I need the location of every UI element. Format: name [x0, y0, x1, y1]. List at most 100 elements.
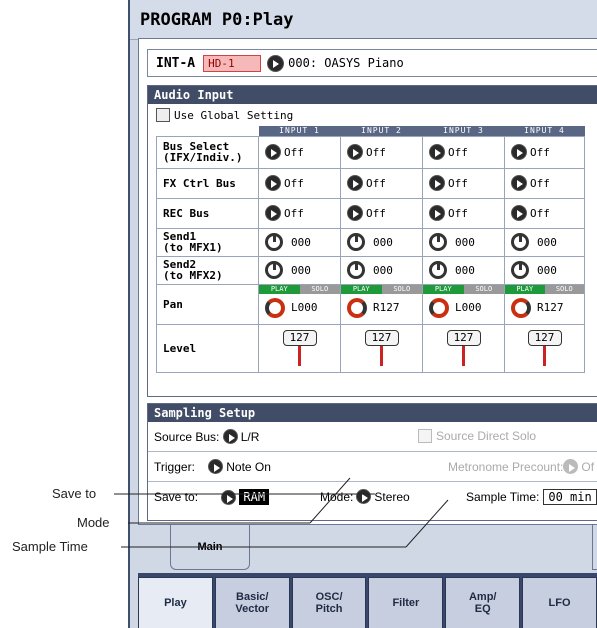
tab-lfo[interactable]: LFO	[522, 577, 597, 628]
knob-icon	[265, 261, 283, 279]
level-value: 127	[282, 330, 317, 346]
tab-main[interactable]: Main	[170, 525, 250, 570]
rec-bus-input-2[interactable]: Off	[341, 205, 422, 221]
main-panel: INT-A HD-1 000: OASYS Piano Audio Input …	[138, 38, 597, 525]
play-solo-1[interactable]: PLAY SOLO	[259, 284, 340, 294]
rec-bus-value: Off	[530, 206, 550, 220]
source-direct-solo-checkbox[interactable]	[418, 429, 432, 443]
send2-input-2[interactable]: 000	[341, 261, 422, 279]
play-toggle[interactable]: PLAY	[259, 284, 300, 294]
tab-amp-eq[interactable]: Amp/ EQ	[445, 577, 521, 628]
arrow-icon	[265, 175, 281, 191]
mode-label: Mode:	[320, 489, 354, 504]
level-value: 127	[364, 330, 399, 346]
tab-basic-vector[interactable]: Basic/ Vector	[214, 577, 290, 628]
pan-input-3[interactable]: L000	[423, 297, 504, 318]
source-direct-solo[interactable]: Source Direct Solo	[418, 429, 536, 443]
bus-select-input-4[interactable]: Off	[505, 144, 584, 160]
mode[interactable]: Mode: Stereo	[320, 489, 410, 504]
rec-bus-input-1[interactable]: Off	[259, 205, 340, 221]
pan-input-4[interactable]: R127	[505, 297, 584, 318]
knob-icon	[511, 261, 529, 279]
level-slider-4[interactable]: 127	[505, 330, 584, 366]
tab-play[interactable]: Play	[138, 577, 213, 628]
send1-input-1[interactable]: 000	[259, 233, 340, 251]
callout-mode: Mode	[77, 515, 110, 530]
fx-ctrl-value: Off	[448, 176, 468, 190]
sample-time[interactable]: Sample Time: 00 min	[466, 489, 597, 505]
pan-input-1[interactable]: L000	[259, 297, 340, 318]
program-name[interactable]: 000: OASYS Piano	[288, 56, 404, 70]
arrow-icon	[265, 144, 281, 160]
row-label-bus-select: Bus Select (IFX/Indiv.)	[156, 135, 259, 169]
use-global-checkbox[interactable]	[156, 108, 170, 122]
send2-input-1[interactable]: 000	[259, 261, 340, 279]
use-global-label: Use Global Setting	[174, 108, 294, 122]
solo-toggle[interactable]: SOLO	[299, 284, 340, 294]
send1-input-2[interactable]: 000	[341, 233, 422, 251]
play-toggle[interactable]: PLAY	[423, 284, 464, 294]
play-solo-4[interactable]: PLAY SOLO	[505, 284, 584, 294]
level-bar	[380, 346, 383, 366]
fx-ctrl-value: Off	[530, 176, 550, 190]
bus-select-input-1[interactable]: Off	[259, 144, 340, 160]
level-bar	[462, 346, 465, 366]
save-to[interactable]: Save to: RAM	[154, 489, 270, 505]
source-bus-row: Source Bus: L/R Source Direct Solo	[148, 422, 597, 452]
program-select-arrow-icon[interactable]	[267, 54, 285, 72]
mode-value: Stereo	[374, 489, 410, 504]
fx-ctrl-bus-input-3[interactable]: Off	[423, 175, 504, 191]
knob-icon	[347, 261, 365, 279]
send1-input-3[interactable]: 000	[423, 233, 504, 251]
bus-select-input-3[interactable]: Off	[423, 144, 504, 160]
send1-input-4[interactable]: 000	[505, 233, 584, 251]
fx-ctrl-value: Off	[366, 176, 386, 190]
pan-input-2[interactable]: R127	[341, 297, 422, 318]
arrow-icon	[347, 144, 363, 160]
level-value: 127	[446, 330, 481, 346]
play-solo-3[interactable]: PLAY SOLO	[423, 284, 504, 294]
solo-toggle[interactable]: SOLO	[381, 284, 422, 294]
bank-label: INT-A	[156, 55, 196, 71]
trigger-row: Trigger: Note On Metronome Precount: Of	[148, 452, 597, 482]
pan-knob-icon	[511, 297, 531, 318]
send2-value: 000	[291, 263, 311, 277]
fx-ctrl-bus-input-4[interactable]: Off	[505, 175, 584, 191]
save-row: Save to: RAM Mode: Stereo Sample Time: 00 …	[148, 482, 597, 512]
rec-bus-input-3[interactable]: Off	[423, 205, 504, 221]
fx-ctrl-bus-input-1[interactable]: Off	[259, 175, 340, 191]
tab-side[interactable]	[592, 525, 597, 570]
tab-osc-pitch[interactable]: OSC/ Pitch	[291, 577, 367, 628]
solo-toggle[interactable]: SOLO	[544, 284, 584, 294]
program-select-bar[interactable]: INT-A HD-1 000: OASYS Piano	[147, 49, 597, 77]
level-slider-2[interactable]: 127	[341, 330, 422, 366]
knob-icon	[265, 233, 283, 251]
solo-toggle[interactable]: SOLO	[463, 284, 504, 294]
arrow-icon	[208, 459, 224, 474]
play-toggle[interactable]: PLAY	[341, 284, 382, 294]
source-bus[interactable]: Source Bus: L/R	[154, 429, 259, 444]
arrow-icon	[356, 489, 372, 504]
row-label-send2: Send2 (to MFX2)	[156, 255, 259, 285]
metronome-precount[interactable]: Metronome Precount: Of	[448, 459, 594, 474]
level-slider-3[interactable]: 127	[423, 330, 504, 366]
row-label-rec-bus: REC Bus	[156, 197, 259, 229]
send2-input-3[interactable]: 000	[423, 261, 504, 279]
audio-input-title: Audio Input	[148, 86, 597, 104]
use-global-setting[interactable]: Use Global Setting	[156, 108, 293, 122]
level-slider-1[interactable]: 127	[259, 330, 340, 366]
fx-ctrl-bus-input-2[interactable]: Off	[341, 175, 422, 191]
arrow-icon	[511, 144, 527, 160]
sample-time-value[interactable]: 00 min	[543, 489, 597, 505]
trigger-label: Trigger:	[154, 459, 195, 474]
play-solo-2[interactable]: PLAY SOLO	[341, 284, 422, 294]
send2-input-4[interactable]: 000	[505, 261, 584, 279]
pan-value: R127	[373, 301, 400, 314]
rec-bus-input-4[interactable]: Off	[505, 205, 584, 221]
sampling-setup-section: Sampling Setup Source Bus: L/R Source Di…	[147, 403, 597, 521]
pan-value: R127	[537, 301, 564, 314]
trigger[interactable]: Trigger: Note On	[154, 459, 271, 474]
bus-select-input-2[interactable]: Off	[341, 144, 422, 160]
tab-filter[interactable]: Filter	[368, 577, 444, 628]
play-toggle[interactable]: PLAY	[505, 284, 545, 294]
